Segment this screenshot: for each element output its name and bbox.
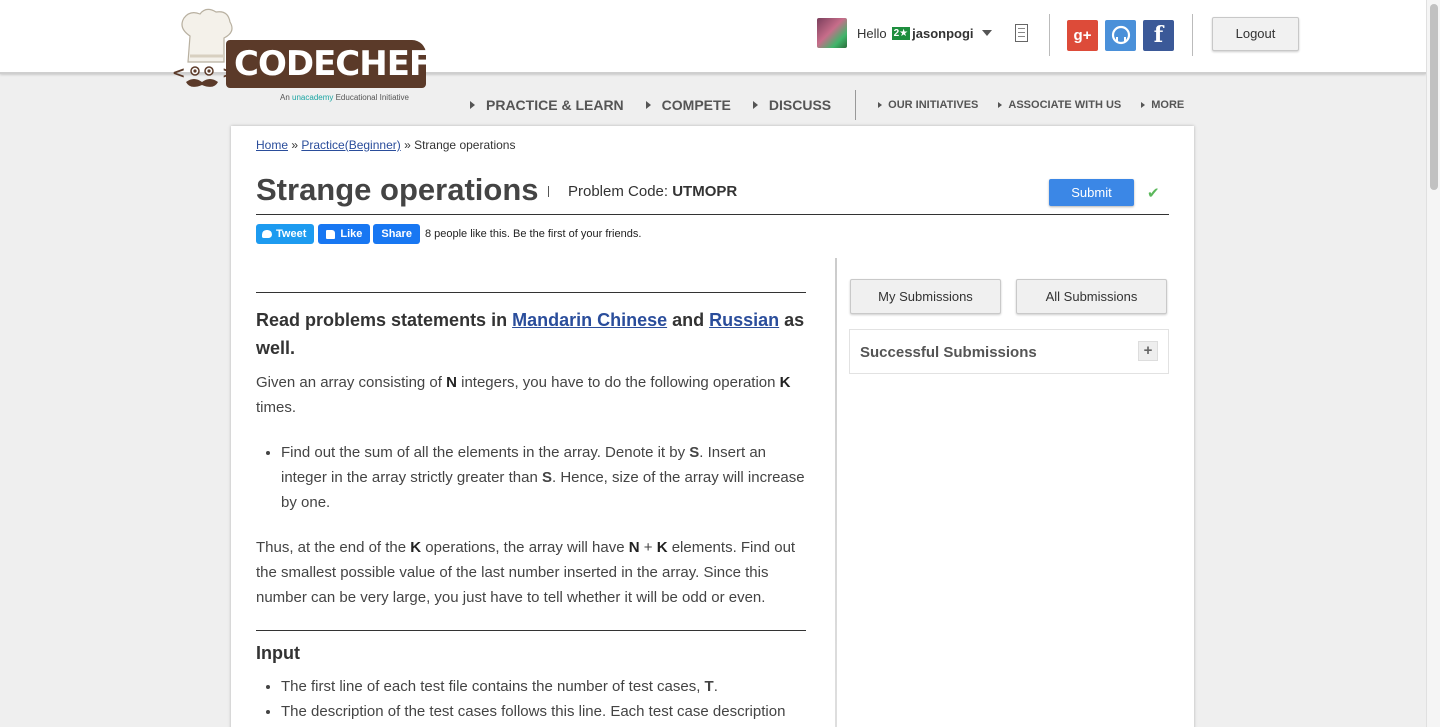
nav-our-initiatives[interactable]: OUR INITIATIVES <box>878 99 978 111</box>
read-languages-heading: Read problems statements in Mandarin Chi… <box>256 310 805 358</box>
successful-submissions-title: Successful Submissions <box>860 344 1037 361</box>
triangle-right-icon <box>645 101 651 109</box>
page-title: Strange operations <box>256 172 539 207</box>
fb-share-button[interactable]: Share <box>373 224 420 244</box>
title-divider <box>548 186 549 197</box>
nav-divider <box>855 90 857 120</box>
title-rule <box>256 214 1169 215</box>
submit-button[interactable]: Submit <box>1049 179 1134 206</box>
svg-text:<: < <box>172 63 185 82</box>
share-row: Tweet Like Share 8 people like this. Be … <box>256 224 641 244</box>
page-scrollbar[interactable] <box>1426 0 1440 727</box>
problem-code: Problem Code: UTMOPR <box>568 183 738 200</box>
input-list: The first line of each test file contain… <box>281 674 806 724</box>
list-item: Find out the sum of all the elements in … <box>281 440 806 515</box>
nav-associate-with-us[interactable]: ASSOCIATE WITH US <box>998 99 1121 111</box>
statement-paragraph: Thus, at the end of the K operations, th… <box>256 539 796 606</box>
triangle-right-icon <box>878 102 883 108</box>
google-plus-icon[interactable]: g+ <box>1067 20 1098 51</box>
my-submissions-button[interactable]: My Submissions <box>850 279 1001 314</box>
nav-more[interactable]: MORE <box>1141 99 1184 111</box>
expand-plus-icon[interactable]: + <box>1138 341 1158 361</box>
greeting-text: Hello <box>857 25 887 41</box>
operation-list: Find out the sum of all the elements in … <box>281 440 806 515</box>
fb-like-button[interactable]: Like <box>318 224 371 244</box>
all-submissions-button[interactable]: All Submissions <box>1016 279 1167 314</box>
like-count-text: 8 people like this. Be the first of your… <box>424 228 642 240</box>
avatar[interactable] <box>817 18 847 48</box>
username[interactable]: jasonpogi <box>912 26 973 41</box>
successful-submissions-panel[interactable]: Successful Submissions + <box>849 329 1169 374</box>
submission-buttons: My Submissions All Submissions <box>850 279 1182 314</box>
logo-wordmark: CODECHEF <box>226 40 432 88</box>
nav-practice-learn[interactable]: PRACTICE & LEARN <box>470 97 624 113</box>
star-rating-badge: 2★ <box>891 26 911 40</box>
statement-paragraph: Given an array consisting of N integers,… <box>256 374 791 416</box>
breadcrumb-current: Strange operations <box>414 138 516 152</box>
scrollbar-thumb[interactable] <box>1430 4 1438 190</box>
document-icon[interactable] <box>1015 24 1028 42</box>
github-icon[interactable] <box>1105 20 1136 51</box>
input-heading: Input <box>256 643 300 663</box>
mandarin-link[interactable]: Mandarin Chinese <box>512 310 667 330</box>
logout-button[interactable]: Logout <box>1212 17 1299 51</box>
thumbs-up-icon <box>326 229 336 239</box>
user-menu[interactable]: Hello 2★ jasonpogi <box>817 18 992 48</box>
tweet-button[interactable]: Tweet <box>256 224 315 244</box>
triangle-right-icon <box>752 101 758 109</box>
twitter-bird-icon <box>262 230 272 238</box>
problem-card: Home » Practice(Beginner) » Strange oper… <box>231 126 1194 727</box>
list-item: The first line of each test file contain… <box>281 674 806 699</box>
main-nav: PRACTICE & LEARN COMPETE DISCUSS OUR INI… <box>470 90 1204 120</box>
chevron-down-icon[interactable] <box>981 30 992 36</box>
column-divider <box>835 258 837 727</box>
triangle-right-icon <box>1141 102 1146 108</box>
section-rule <box>256 292 806 293</box>
russian-link[interactable]: Russian <box>709 310 779 330</box>
header-divider <box>1192 14 1193 56</box>
triangle-right-icon <box>470 101 475 109</box>
check-icon: ✔ <box>1147 185 1160 202</box>
breadcrumb-practice-link[interactable]: Practice(Beginner) <box>301 138 400 152</box>
nav-discuss[interactable]: DISCUSS <box>752 97 831 113</box>
logo-tagline: An unacademy Educational Initiative <box>280 93 409 102</box>
breadcrumb-home-link[interactable]: Home <box>256 138 288 152</box>
breadcrumb: Home » Practice(Beginner) » Strange oper… <box>256 138 516 152</box>
nav-compete[interactable]: COMPETE <box>645 97 731 113</box>
section-rule <box>256 630 806 631</box>
problem-statement: Read problems statements in Mandarin Chi… <box>256 266 806 724</box>
codechef-logo[interactable]: < > CODECHEF An unacademy Educational In… <box>172 8 432 108</box>
triangle-right-icon <box>998 102 1003 108</box>
facebook-icon[interactable]: f <box>1143 20 1174 51</box>
header-divider <box>1049 14 1050 56</box>
list-item: The description of the test cases follow… <box>281 699 806 724</box>
